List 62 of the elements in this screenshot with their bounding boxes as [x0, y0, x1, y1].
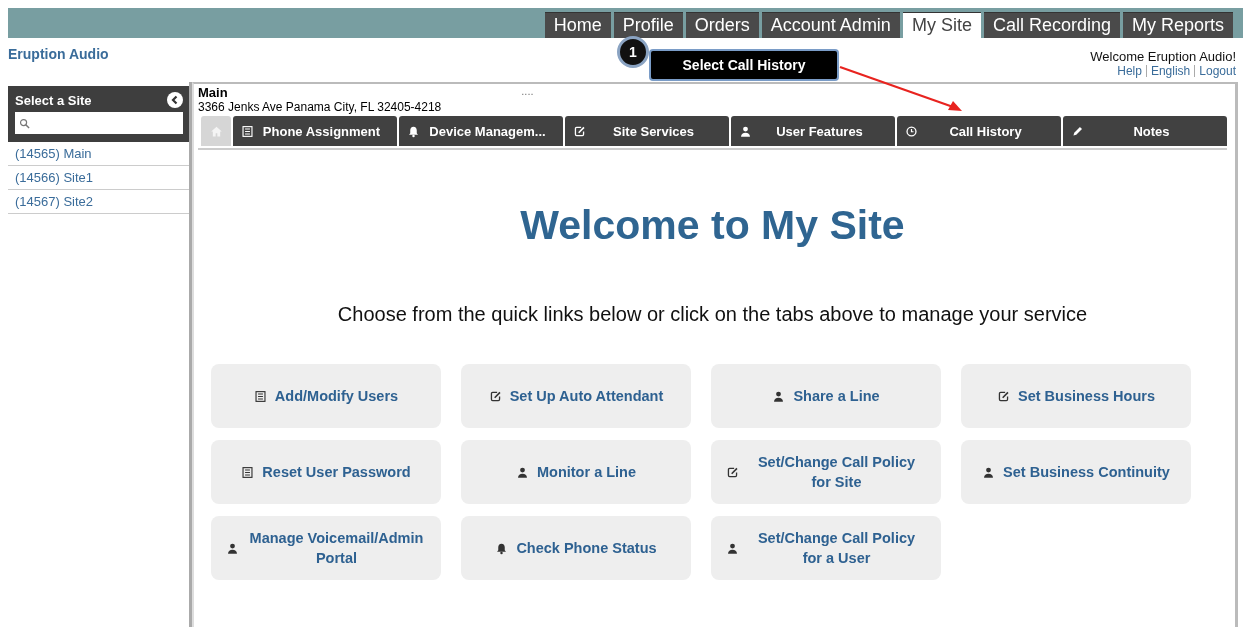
header-link[interactable]: English — [1150, 64, 1191, 78]
callout-label: Select Call History — [649, 49, 839, 81]
edit-icon — [997, 389, 1010, 403]
quick-link-button[interactable]: Set/Change Call Policy for a User — [711, 516, 941, 580]
quick-link-button[interactable]: Set Business Continuity — [961, 440, 1191, 504]
user-icon — [739, 124, 752, 138]
page-subheading: Choose from the quick links below or click on the tabs above to manage your service — [336, 303, 1089, 326]
nav-tab[interactable]: My Reports — [1122, 12, 1233, 38]
brand-name: Eruption Audio — [8, 46, 109, 64]
quick-link-button[interactable]: Set Business Hours — [961, 364, 1191, 428]
quick-link-button[interactable]: Set/Change Call Policy for Site — [711, 440, 941, 504]
bell-icon — [407, 124, 420, 138]
more-indicator: .... — [521, 85, 534, 97]
site-name: Main — [198, 85, 229, 100]
user-icon — [225, 541, 239, 555]
site-search-field[interactable] — [15, 112, 183, 134]
pencil-icon — [1071, 124, 1084, 138]
site-tab[interactable]: User Features — [731, 116, 895, 146]
site-list-item[interactable]: (14566) Site1 — [8, 166, 189, 190]
quick-link-button[interactable]: Manage Voicemail/Admin Portal — [211, 516, 441, 580]
quick-link-button[interactable]: Reset User Password — [211, 440, 441, 504]
site-tab[interactable]: Device Managem... — [399, 116, 563, 146]
site-tab[interactable]: Notes — [1063, 116, 1227, 146]
step-number-badge: 1 — [617, 36, 649, 68]
home-icon — [209, 124, 223, 138]
edit-icon — [725, 465, 739, 479]
site-tab[interactable]: Call History — [897, 116, 1061, 146]
nav-tab[interactable]: Account Admin — [761, 12, 900, 38]
site-list-item[interactable]: (14565) Main — [8, 142, 189, 166]
user-icon — [982, 465, 996, 479]
user-icon — [515, 465, 529, 479]
nav-tab[interactable]: Home — [544, 12, 611, 38]
quick-link-button[interactable]: Add/Modify Users — [211, 364, 441, 428]
search-icon — [19, 117, 30, 129]
collapse-icon[interactable] — [167, 92, 183, 108]
site-tab[interactable]: Site Services — [565, 116, 729, 146]
nav-tab[interactable]: Call Recording — [983, 12, 1120, 38]
user-icon — [772, 389, 786, 403]
header-link[interactable]: Help — [1117, 64, 1142, 78]
quick-link-button[interactable]: Monitor a Line — [461, 440, 691, 504]
nav-tab[interactable]: My Site — [902, 12, 981, 38]
site-tab[interactable]: Phone Assignment — [233, 116, 397, 146]
nav-tab[interactable]: Orders — [685, 12, 759, 38]
home-tab[interactable] — [201, 116, 231, 146]
user-icon — [725, 541, 739, 555]
quick-link-button[interactable]: Check Phone Status — [461, 516, 691, 580]
bell-icon — [495, 541, 509, 555]
quick-link-button[interactable]: Set Up Auto Attendant — [461, 364, 691, 428]
list-icon — [241, 465, 255, 479]
sidebar-title: Select a Site — [15, 92, 92, 108]
list-icon — [253, 389, 267, 403]
site-list-item[interactable]: (14567) Site2 — [8, 190, 189, 214]
edit-icon — [573, 124, 586, 138]
nav-tab[interactable]: Profile — [613, 12, 683, 38]
quick-link-button[interactable]: Share a Line — [711, 364, 941, 428]
list-icon — [241, 124, 254, 138]
header-link[interactable]: Logout — [1199, 64, 1236, 78]
welcome-text: Welcome Eruption Audio! — [1090, 49, 1236, 64]
page-heading: Welcome to My Site — [519, 202, 906, 249]
edit-icon — [488, 389, 502, 403]
site-address: 3366 Jenks Ave Panama City, FL 32405-4218 — [198, 100, 442, 115]
clock-icon — [905, 124, 918, 138]
